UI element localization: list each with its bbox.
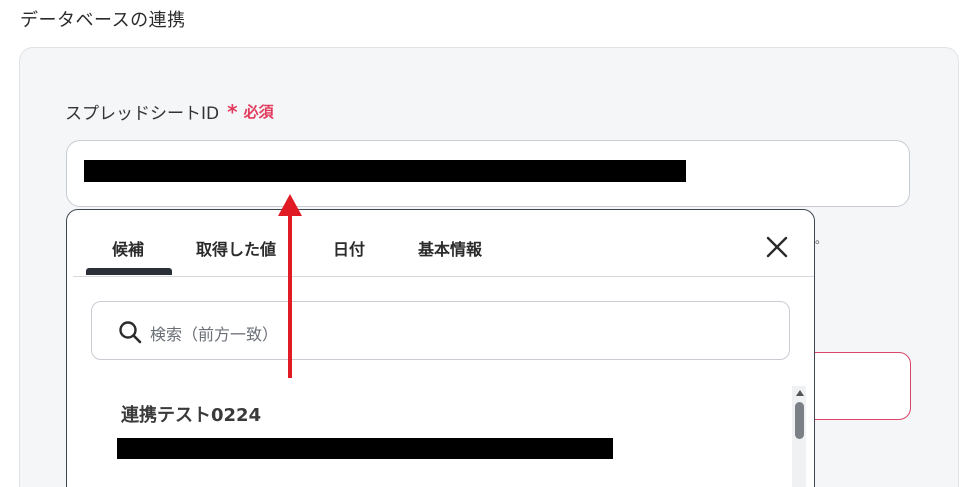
value-picker-popup: 候補 取得した値 日付 基本情報 検索（前方一致） 連携テスト0224 [66,209,815,487]
tab-basic-info[interactable]: 基本情報 [418,236,482,260]
field-label-text: スプレッドシートID [65,104,220,124]
hint-text-tail: 。 [815,232,828,246]
picker-tabs: 候補 取得した値 日付 基本情報 [67,210,814,277]
required-badge: 必須 [243,103,274,121]
active-tab-indicator [86,268,172,275]
search-placeholder: 検索（前方一致） [150,325,279,344]
required-asterisk-icon: * [227,99,238,124]
close-icon[interactable] [764,234,790,260]
chevron-up-icon[interactable] [796,390,804,396]
tab-candidates[interactable]: 候補 [112,236,144,260]
result-item-redacted-id[interactable] [117,438,613,459]
result-scrollbar[interactable] [792,386,806,487]
tabs-divider [73,276,814,277]
tab-date[interactable]: 日付 [333,236,365,260]
redacted-value [84,160,686,182]
result-item-title[interactable]: 連携テスト0224 [121,401,261,427]
section-title: データベースの連携 [20,10,186,31]
scroll-thumb[interactable] [795,402,804,439]
search-icon [119,321,142,344]
page: データベースの連携 スプレッドシートID * 必須 。 候補 取得した値 日付 … [0,0,970,487]
field-label: スプレッドシートID * 必須 [65,99,274,125]
tab-retrieved-values[interactable]: 取得した値 [196,236,276,260]
search-input[interactable]: 検索（前方一致） [91,301,790,360]
